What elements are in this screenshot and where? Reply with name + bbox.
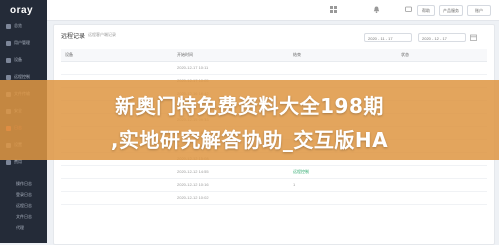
- top-bar: 帮助 产品服务 账户: [47, 0, 499, 21]
- headline-banner: 新奥门特免费资料大全198期 ,实地研究解答协助_交互版HA: [0, 80, 499, 160]
- calendar-icon[interactable]: [470, 34, 477, 41]
- bell-icon[interactable]: [373, 6, 380, 13]
- subnav-item-label: 操作日志: [16, 181, 32, 186]
- subnav-item-login-log[interactable]: 登录日志: [0, 191, 47, 199]
- subnav-item-label: 登录日志: [16, 192, 32, 197]
- column-header: 开始时间: [177, 52, 193, 57]
- users-icon: [6, 41, 11, 46]
- cell-start: 2020-12-12 10:16: [177, 182, 209, 187]
- cell-status: 1: [293, 182, 296, 187]
- table-row[interactable]: 2020-12-12 14:55 远程控制: [61, 166, 487, 179]
- start-date-picker[interactable]: 2020 - 11 - 17: [364, 33, 412, 42]
- cell-start: 2020-12-12 14:55: [177, 169, 209, 174]
- table-row[interactable]: 2020-12-12 10:16 1: [61, 179, 487, 192]
- products-button[interactable]: 产品服务: [439, 5, 463, 16]
- message-icon[interactable]: [405, 6, 412, 13]
- subnav-item-op-log[interactable]: 操作日志: [0, 180, 47, 188]
- billing-icon: [6, 160, 11, 165]
- cell-start: 2020-12-17 10:11: [177, 65, 209, 70]
- sidebar-item-label: 总览: [14, 23, 22, 28]
- help-button[interactable]: 帮助: [417, 5, 435, 16]
- sidebar-item-devices[interactable]: 设备: [0, 56, 47, 66]
- subnav-item-label: 文件日志: [16, 214, 32, 219]
- table-row[interactable]: 2020-12-17 10:11: [61, 62, 487, 75]
- banner-subheadline: ,实地研究解答协助_交互版HA: [110, 128, 389, 152]
- column-header: 设备: [65, 52, 73, 57]
- subnav-item-label: 远程日志: [16, 203, 32, 208]
- panel-header: 远程记录 远程客户端记录 2020 - 11 - 17 2020 - 12 - …: [54, 25, 494, 45]
- account-button[interactable]: 账户: [467, 5, 491, 16]
- page-subtitle: 远程客户端记录: [88, 32, 116, 37]
- page-title[interactable]: 远程记录: [61, 31, 85, 40]
- sidebar-item-label: 用户管理: [14, 40, 30, 45]
- cell-start: 2020-12-12 10:02: [177, 195, 209, 200]
- table-row[interactable]: 2020-12-12 10:02: [61, 192, 487, 205]
- sidebar-item-users[interactable]: 用户管理: [0, 39, 47, 49]
- sidebar-item-label: 设备: [14, 57, 22, 62]
- subnav-item-file-log[interactable]: 文件日志: [0, 213, 47, 221]
- subnav-item-proxy[interactable]: 代理: [0, 224, 47, 232]
- end-date-picker[interactable]: 2020 - 12 - 17: [418, 33, 466, 42]
- overview-icon: [6, 24, 11, 29]
- table-header: 设备 开始时间 结束 状态: [61, 49, 487, 62]
- cell-status: 远程控制: [293, 169, 309, 174]
- column-header: 状态: [401, 52, 409, 57]
- column-header: 结束: [293, 52, 301, 57]
- subnav-item-remote-log[interactable]: 远程日志: [0, 202, 47, 210]
- device-icon: [6, 58, 11, 63]
- app-logo[interactable]: oray: [10, 5, 33, 16]
- banner-headline: 新奥门特免费资料大全198期: [115, 94, 384, 118]
- sidebar-subnav: 操作日志 登录日志 远程日志 文件日志 代理: [0, 180, 47, 235]
- sidebar-item-overview[interactable]: 总览: [0, 22, 47, 32]
- grid-icon[interactable]: [330, 6, 337, 13]
- subnav-item-label: 代理: [16, 225, 24, 230]
